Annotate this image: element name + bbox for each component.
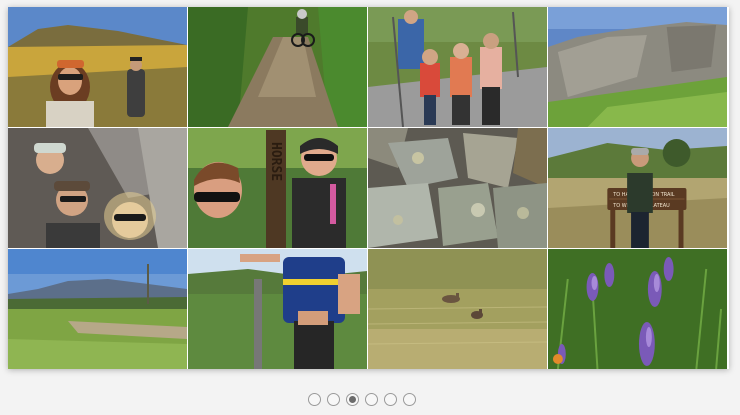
photo-3-image (368, 7, 547, 127)
photo-12-image (548, 249, 727, 369)
page-dot-1[interactable] (308, 393, 321, 406)
photo-tile-9[interactable] (8, 249, 187, 369)
photo-10-image (188, 249, 367, 369)
photo-tile-7[interactable] (368, 128, 547, 248)
photo-7-image (368, 128, 547, 248)
page-dot-5[interactable] (384, 393, 397, 406)
photo-2-image (188, 7, 367, 127)
page-dot-2[interactable] (327, 393, 340, 406)
trail-post-label: HORSE (268, 142, 283, 181)
photo-tile-6[interactable]: HORSE (188, 128, 367, 248)
photo-6-image: HORSE (188, 128, 367, 248)
photo-tile-2[interactable] (188, 7, 367, 127)
photo-9-image (8, 249, 187, 369)
photo-tile-1[interactable] (8, 7, 187, 127)
photo-4-image (548, 7, 727, 127)
page-dot-4[interactable] (365, 393, 378, 406)
photo-5-image (8, 128, 187, 248)
photo-tile-12[interactable] (548, 249, 727, 369)
photo-tile-8[interactable]: TO HAWK CANYON TRAIL TO WESTERN PLATEAU (548, 128, 727, 248)
photo-tile-3[interactable] (368, 7, 547, 127)
photo-8-image: TO HAWK CANYON TRAIL TO WESTERN PLATEAU (548, 128, 727, 248)
active-dot-indicator (349, 396, 356, 403)
carousel-pagination (308, 393, 416, 407)
photo-tile-11[interactable] (368, 249, 547, 369)
page-dot-6[interactable] (403, 393, 416, 406)
photo-tile-5[interactable] (8, 128, 187, 248)
photo-tile-4[interactable] (548, 7, 727, 127)
page-dot-3[interactable] (346, 393, 359, 406)
photo-11-image (368, 249, 547, 369)
photo-1-image (8, 7, 187, 127)
photo-grid: HORSE TO TRAIL TO PLATEAU (8, 7, 729, 369)
photo-tile-10[interactable] (188, 249, 367, 369)
